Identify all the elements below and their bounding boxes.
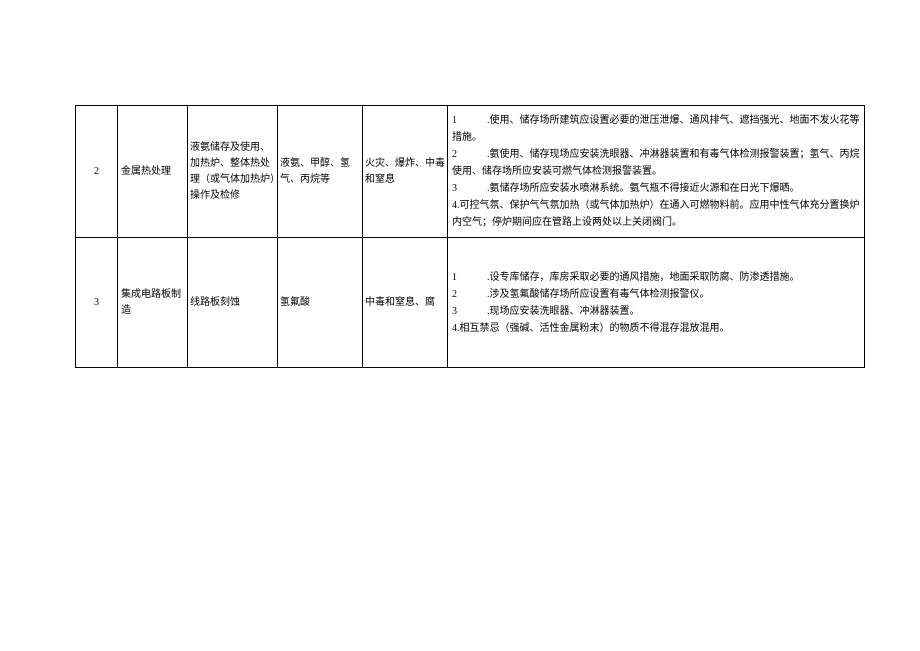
measure-item: 4.可控气氛、保护气气氛加热（或气体加热炉）在通入可燃物料前。应用中性气体充分置…: [452, 197, 860, 231]
cell-process: 液氨储存及使用、加热炉、整体热处理（或气体加热炉）操作及检修: [188, 106, 278, 238]
cell-measures: 1 .设专库储存，库房采取必要的通风措施，地面采取防腐、防渗透措施。 2 .涉及…: [448, 238, 865, 368]
cell-materials: 液氨、甲醇、氢气、丙烷等: [278, 106, 363, 238]
measure-item: 2 .氨使用、储存现场应安装洗眼器、冲淋器装置和有毒气体检测报警装置；氢气、丙烷…: [452, 146, 860, 180]
measure-item: 1 .设专库储存，库房采取必要的通风措施，地面采取防腐、防渗透措施。: [452, 269, 860, 286]
measure-item: 4.相互禁忌（强碱、活性金属粉末）的物质不得混存混放混用。: [452, 320, 860, 337]
table-row: 2 金属热处理 液氨储存及使用、加热炉、整体热处理（或气体加热炉）操作及检修 液…: [76, 106, 865, 238]
measure-item: 1 .使用、储存场所建筑应设置必要的泄压泄爆、通风排气、遮挡强光、地面不发火花等…: [452, 112, 860, 146]
cell-process: 线路板刻蚀: [188, 238, 278, 368]
cell-num: 3: [76, 238, 118, 368]
cell-hazards: 火灾、爆炸、中毒和窒息: [363, 106, 448, 238]
table-row: 3 集成电路板制造 线路板刻蚀 氢氟酸 中毒和窒息、腐 1 .设专库储存，库房采…: [76, 238, 865, 368]
cell-category: 金属热处理: [118, 106, 188, 238]
cell-materials: 氢氟酸: [278, 238, 363, 368]
measure-item: 2 .涉及氢氟酸储存场所应设置有毒气体检测报警仪。: [452, 286, 860, 303]
cell-category: 集成电路板制造: [118, 238, 188, 368]
cell-num: 2: [76, 106, 118, 238]
hazard-table: 2 金属热处理 液氨储存及使用、加热炉、整体热处理（或气体加热炉）操作及检修 液…: [75, 105, 865, 368]
measure-item: 3 .现场应安装洗眼器、冲淋器装置。: [452, 303, 860, 320]
measure-item: 3 .氨储存场所应安装水喷淋系统。氨气瓶不得接近火源和在日光下爆晒。: [452, 180, 860, 197]
cell-hazards: 中毒和窒息、腐: [363, 238, 448, 368]
cell-measures: 1 .使用、储存场所建筑应设置必要的泄压泄爆、通风排气、遮挡强光、地面不发火花等…: [448, 106, 865, 238]
